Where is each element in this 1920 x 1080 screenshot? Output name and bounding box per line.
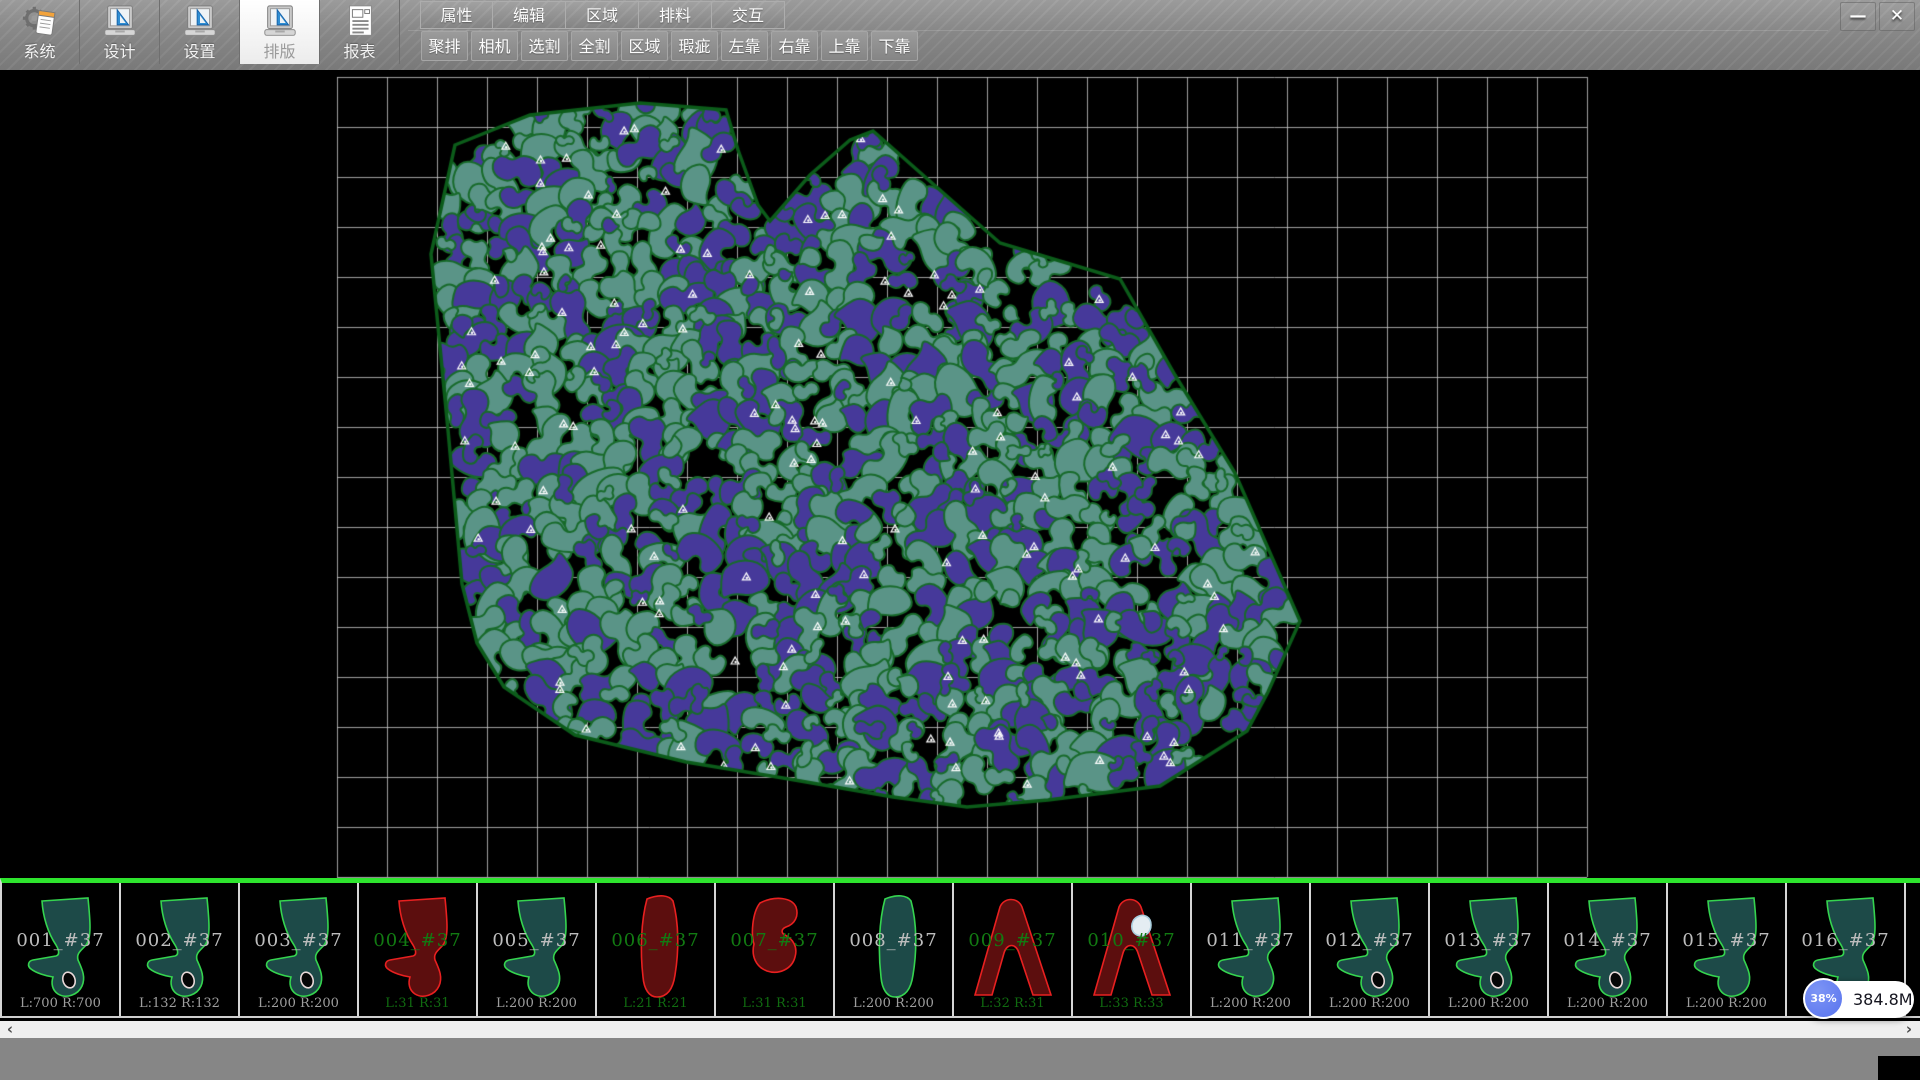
pattern-id-label: 014_#37 [1549,930,1666,951]
tool-button[interactable]: 区域 [621,31,668,61]
menu-item[interactable]: 编辑 [493,1,566,29]
pattern-thumbnail[interactable]: 013_#37 L:200 R:200 [1430,883,1549,1016]
report-icon [341,2,379,42]
pattern-id-label: 002_#37 [121,930,238,951]
minimize-button[interactable]: — [1840,2,1876,31]
tool-button[interactable]: 全割 [571,31,618,61]
pattern-id-label: 012_#37 [1311,930,1428,951]
app-tab-settings[interactable]: 设置 [160,0,240,64]
scroll-left-icon[interactable]: ‹ [1,1021,19,1038]
pattern-thumbnail[interactable]: 001_#37 L:700 R:700 [2,883,121,1016]
system-icon [21,2,59,42]
pattern-id-label: 005_#37 [478,930,595,951]
app-tab-label: 设计 [103,42,135,62]
app-tab-system[interactable]: 系统 [0,0,80,64]
application-window: { "window": { "minimize_glyph": "—", "cl… [0,0,1920,1080]
memory-value: 384.8M [1853,990,1913,1009]
tool-button[interactable]: 聚排 [421,31,468,61]
pattern-id-label: 015_#37 [1668,930,1785,951]
tool-button-row: 聚排相机选割全割区域瑕疵左靠右靠上靠下靠 [421,31,918,61]
app-tab-label: 排版 [263,42,295,62]
tool-button[interactable]: 选割 [521,31,568,61]
pattern-thumbnail[interactable]: 005_#37 L:200 R:200 [478,883,597,1016]
pattern-id-label: 010_#37 [1073,930,1190,951]
menu-item[interactable]: 区域 [566,1,639,29]
pattern-id-label: 007_#37 [716,930,833,951]
pattern-lr-label: L:200 R:200 [835,996,952,1011]
pattern-thumbnail[interactable]: 012_#37 L:200 R:200 [1311,883,1430,1016]
tool-button[interactable]: 上靠 [821,31,868,61]
pattern-thumbnail[interactable]: 010_#37 L:33 R:33 [1073,883,1192,1016]
pattern-lr-label: L:200 R:200 [240,996,357,1011]
menu-item[interactable]: 交互 [712,1,785,29]
settings-icon [181,2,219,42]
pattern-id-label: 016_#37 [1787,930,1904,951]
pattern-lr-label: L:200 R:200 [1430,996,1547,1011]
pattern-thumbnail[interactable]: 014_#37 L:200 R:200 [1549,883,1668,1016]
pattern-thumbnail[interactable]: 008_#37 L:200 R:200 [835,883,954,1016]
tool-button[interactable]: 相机 [471,31,518,61]
status-bar [0,1038,1920,1080]
horizontal-scrollbar[interactable]: ‹ › [0,1021,1920,1038]
tool-button[interactable]: 下靠 [871,31,918,61]
pattern-thumbnail[interactable]: 002_#37 L:132 R:132 [121,883,240,1016]
top-toolbar: 系统设计设置排版报表 属性编辑区域排料交互 聚排相机选割全割区域瑕疵左靠右靠上靠… [0,0,1920,70]
pattern-lr-label: L:200 R:200 [1192,996,1309,1011]
pattern-lr-label: L:32 R:31 [954,996,1071,1011]
layout-icon [261,2,299,42]
pattern-thumbnail[interactable]: 011_#37 L:200 R:200 [1192,883,1311,1016]
pattern-id-label: 001_#37 [2,930,119,951]
app-tab-label: 系统 [23,42,55,62]
pattern-lr-label: L:21 R:21 [597,996,714,1011]
pattern-lr-label: L:31 R:31 [716,996,833,1011]
pattern-id-label: 009_#37 [954,930,1071,951]
pattern-thumbnail[interactable]: 006_#37 L:21 R:21 [597,883,716,1016]
app-mode-tabs: 系统 设计 设置 排版 报表 [0,0,400,64]
close-button[interactable]: ✕ [1879,2,1915,31]
scroll-right-icon[interactable]: › [1900,1021,1918,1038]
pattern-thumbnail[interactable]: 015_#37 L:200 R:200 [1668,883,1787,1016]
pattern-lr-label: L:700 R:700 [2,996,119,1011]
app-tab-design[interactable]: 设计 [80,0,160,64]
pattern-lr-label: L:200 R:200 [1668,996,1785,1011]
menu-item[interactable]: 排料 [639,1,712,29]
pattern-thumbnail[interactable]: 003_#37 L:200 R:200 [240,883,359,1016]
pattern-thumbnail-strip: 001_#37L:700 R:700002_#37L:132 R:132003_… [0,878,1920,1018]
pattern-lr-label: L:31 R:31 [359,996,476,1011]
progress-percent: 38% [1810,992,1836,1005]
tool-button[interactable]: 左靠 [721,31,768,61]
menu-bar: 属性编辑区域排料交互 [420,1,785,29]
nesting-canvas[interactable] [0,70,1920,878]
pattern-thumbnail[interactable]: 007_#37 L:31 R:31 [716,883,835,1016]
pattern-id-label: 013_#37 [1430,930,1547,951]
pattern-lr-label: L:132 R:132 [121,996,238,1011]
pattern-thumbnail[interactable]: 004_#37 L:31 R:31 [359,883,478,1016]
pattern-lr-label: L:200 R:200 [1549,996,1666,1011]
status-badge: 38% 384.8M [1804,981,1914,1018]
app-tab-label: 设置 [183,42,215,62]
app-tab-label: 报表 [343,42,375,62]
nesting-workspace [0,70,1920,878]
pattern-shape [1916,886,1920,1012]
window-controls: — ✕ [1840,2,1915,31]
pattern-lr-label: L:200 R:200 [478,996,595,1011]
menu-item[interactable]: 属性 [420,1,493,29]
pattern-id-label: 003_#37 [240,930,357,951]
pattern-id-label: 006_#37 [597,930,714,951]
pattern-thumbnail[interactable]: 009_#37 L:32 R:31 [954,883,1073,1016]
pattern-id-label: 008_#37 [835,930,952,951]
pattern-id-label: 004_#37 [359,930,476,951]
design-icon [101,2,139,42]
pattern-id-label: 011_#37 [1192,930,1309,951]
app-tab-report[interactable]: 报表 [320,0,400,64]
resize-corner [1878,1056,1920,1080]
pattern-lr-label: L:200 R:200 [1311,996,1428,1011]
tool-button[interactable]: 瑕疵 [671,31,718,61]
tool-button[interactable]: 右靠 [771,31,818,61]
pattern-lr-label: L:33 R:33 [1073,996,1190,1011]
progress-circle-icon: 38% [1803,978,1844,1019]
app-tab-layout[interactable]: 排版 [240,0,320,64]
